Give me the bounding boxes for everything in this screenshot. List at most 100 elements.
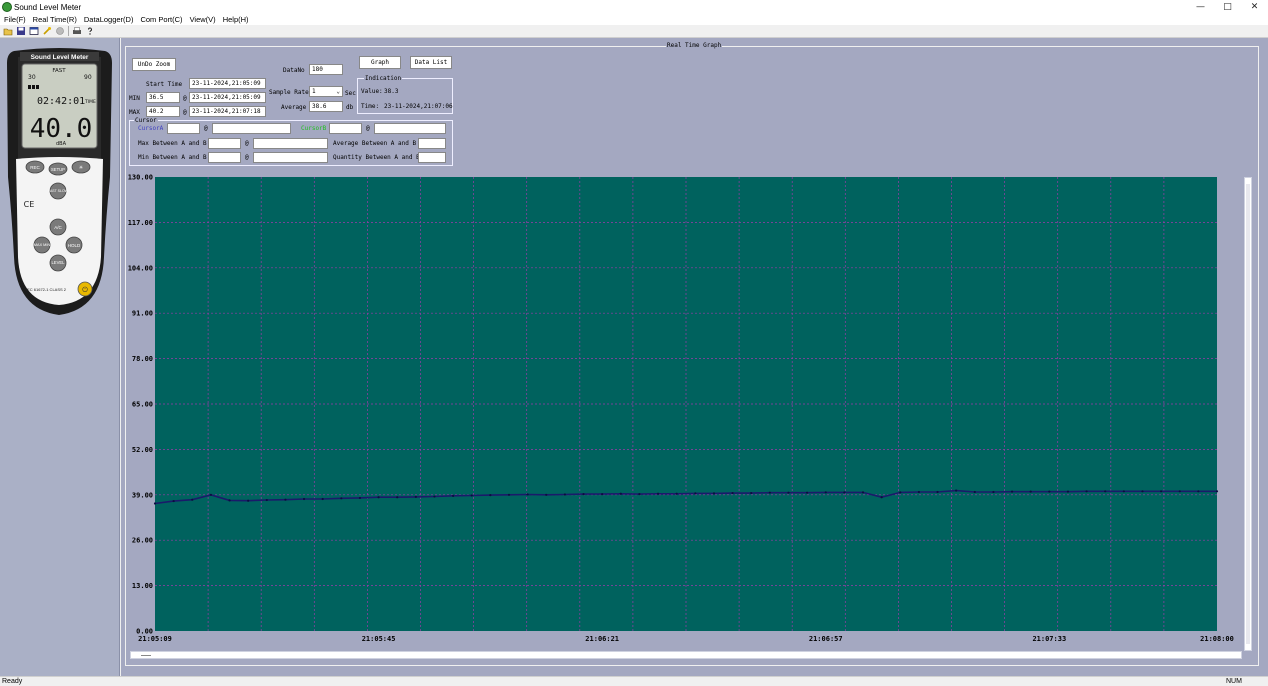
data-point bbox=[209, 493, 212, 496]
data-point bbox=[340, 497, 343, 500]
x-tick-label: 21:06:21 bbox=[585, 635, 619, 643]
max-between-value-field[interactable] bbox=[208, 138, 241, 149]
data-point bbox=[396, 496, 399, 499]
min-between-at: @ bbox=[245, 154, 249, 161]
start-time-label: Start Time bbox=[146, 81, 183, 88]
data-point bbox=[656, 492, 660, 495]
main-pane: Real Time Graph UnDo Zoom Start Time 23-… bbox=[121, 38, 1268, 676]
min-between-time-field[interactable] bbox=[253, 152, 328, 163]
start-time-field[interactable]: 23-11-2024,21:05:09 bbox=[189, 78, 266, 89]
max-label: MAX bbox=[129, 109, 140, 116]
min-between-value-field[interactable] bbox=[208, 152, 241, 163]
y-tick-label: 13.00 bbox=[132, 582, 153, 590]
quantity-between-field[interactable] bbox=[418, 152, 446, 163]
cursor-a-value-field[interactable] bbox=[167, 123, 200, 134]
lcd-time: 02:42:01 bbox=[37, 96, 85, 107]
y-tick-label: 52.00 bbox=[132, 446, 153, 454]
y-tick-label: 117.00 bbox=[128, 219, 153, 227]
cursor-a-time-field[interactable] bbox=[212, 123, 291, 134]
datano-field[interactable]: 180 bbox=[309, 64, 343, 75]
undo-zoom-button[interactable]: UnDo Zoom bbox=[132, 58, 176, 71]
real-time-chart[interactable]: 0.0013.0026.0039.0052.0065.0078.0091.001… bbox=[126, 171, 1242, 651]
max-between-time-field[interactable] bbox=[253, 138, 328, 149]
ce-mark: CE bbox=[24, 200, 35, 209]
data-point bbox=[247, 499, 250, 502]
data-point bbox=[1066, 490, 1070, 493]
data-point bbox=[321, 497, 324, 501]
data-point bbox=[172, 499, 175, 503]
title-bar: Sound Level Meter — □ ✕ bbox=[0, 0, 1268, 14]
sample-rate-select[interactable]: 1 ⌄ bbox=[309, 86, 343, 97]
save-icon[interactable] bbox=[16, 26, 26, 36]
data-point bbox=[1141, 490, 1144, 493]
window-title: Sound Level Meter bbox=[14, 2, 82, 12]
max-time-field[interactable]: 23-11-2024,21:07:18 bbox=[189, 106, 266, 117]
data-point bbox=[675, 492, 678, 495]
data-point bbox=[265, 498, 268, 502]
num-lock-indicator: NUM bbox=[1226, 678, 1242, 685]
data-point bbox=[1197, 490, 1200, 493]
print-icon[interactable] bbox=[72, 26, 82, 36]
y-tick-label: 104.00 bbox=[128, 264, 153, 272]
maximize-button[interactable]: □ bbox=[1214, 0, 1241, 14]
y-tick-label: 39.00 bbox=[132, 491, 153, 499]
data-point bbox=[824, 491, 827, 494]
data-point bbox=[452, 494, 455, 497]
window-controls: — □ ✕ bbox=[1187, 0, 1268, 14]
data-point bbox=[619, 492, 622, 495]
help-icon[interactable] bbox=[85, 26, 95, 36]
vertical-scrollbar[interactable] bbox=[1244, 177, 1252, 651]
data-point bbox=[1029, 490, 1032, 493]
menu-real-time[interactable]: Real Time(R) bbox=[33, 15, 77, 24]
graph-button[interactable]: Graph bbox=[359, 56, 401, 69]
menu-com-port[interactable]: Com Port(C) bbox=[140, 15, 182, 24]
max-at-label: @ bbox=[183, 109, 187, 116]
window-icon[interactable] bbox=[29, 26, 39, 36]
cursor-b-time-field[interactable] bbox=[374, 123, 446, 134]
close-button[interactable]: ✕ bbox=[1241, 0, 1268, 14]
sample-rate-value: 1 bbox=[312, 88, 316, 95]
horizontal-scrollbar[interactable] bbox=[130, 651, 1242, 659]
lcd-mode: FAST bbox=[52, 68, 66, 74]
connect-icon[interactable] bbox=[42, 26, 52, 36]
vertical-scrollbar-thumb[interactable] bbox=[1246, 184, 1250, 644]
data-point bbox=[936, 490, 939, 494]
disconnect-icon[interactable] bbox=[55, 26, 65, 36]
data-point bbox=[302, 497, 306, 501]
lcd-range-low: 30 bbox=[28, 74, 36, 81]
minimize-button[interactable]: — bbox=[1187, 0, 1214, 14]
device-brand-label: Sound Level Meter bbox=[31, 54, 89, 61]
min-time-field[interactable]: 23-11-2024,21:05:09 bbox=[189, 92, 266, 103]
menu-view[interactable]: View(V) bbox=[190, 15, 216, 24]
data-point bbox=[843, 491, 846, 494]
data-point bbox=[768, 491, 771, 494]
y-tick-label: 26.00 bbox=[132, 537, 153, 545]
sample-rate-unit: Sec bbox=[345, 90, 356, 97]
indication-group: Indication Value: 38.3 Time: 23-11-2024,… bbox=[357, 75, 453, 114]
data-point bbox=[153, 502, 157, 505]
menu-datalogger[interactable]: DataLogger(D) bbox=[84, 15, 134, 24]
sample-rate-label: Sample Rate bbox=[269, 89, 309, 96]
horizontal-scrollbar-thumb[interactable] bbox=[141, 655, 151, 656]
indication-time-label: Time: bbox=[361, 103, 380, 110]
average-field[interactable]: 38.6 bbox=[309, 101, 343, 112]
average-between-label: Average Between A and B bbox=[333, 140, 417, 147]
x-tick-label: 21:05:45 bbox=[362, 635, 396, 643]
data-point bbox=[861, 491, 865, 494]
cursor-a-at: @ bbox=[204, 125, 208, 132]
menu-file[interactable]: File(F) bbox=[4, 15, 26, 24]
min-at-label: @ bbox=[183, 95, 187, 102]
open-icon[interactable] bbox=[3, 26, 13, 36]
average-between-field[interactable] bbox=[418, 138, 446, 149]
lcd-range-high: 90 bbox=[84, 74, 92, 81]
data-list-button[interactable]: Data List bbox=[410, 56, 452, 69]
menu-help[interactable]: Help(H) bbox=[223, 15, 249, 24]
data-point bbox=[1048, 490, 1051, 493]
data-point bbox=[973, 490, 976, 494]
data-point bbox=[899, 491, 902, 494]
min-value-field[interactable]: 36.5 bbox=[146, 92, 180, 103]
indication-value-label: Value: bbox=[361, 88, 383, 95]
cursor-b-value-field[interactable] bbox=[329, 123, 362, 134]
y-tick-label: 130.00 bbox=[128, 174, 153, 182]
max-value-field[interactable]: 40.2 bbox=[146, 106, 180, 117]
